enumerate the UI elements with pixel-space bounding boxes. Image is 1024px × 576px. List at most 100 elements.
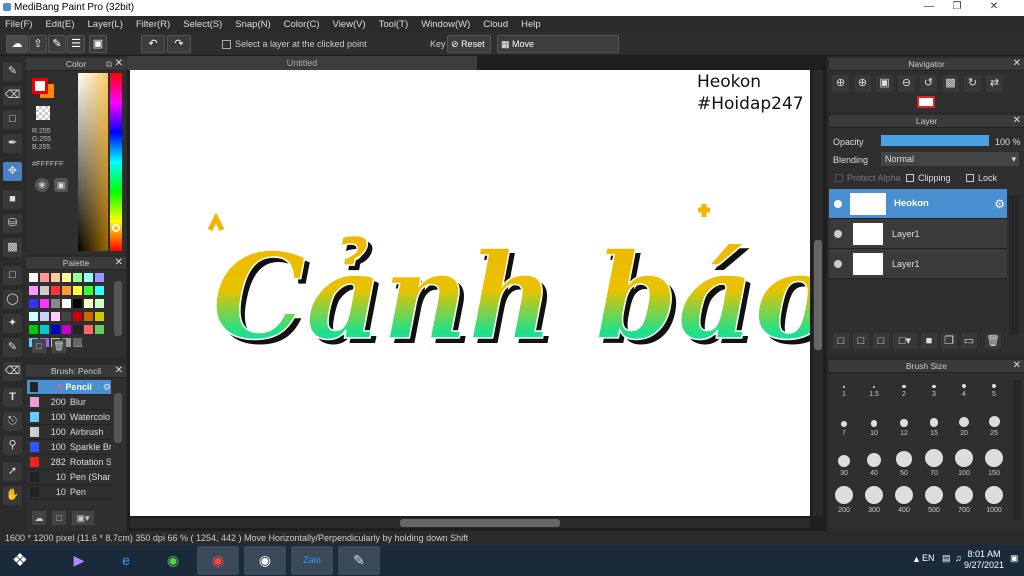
move-constraint-button[interactable]: ▦ Move horizontally/vertically bbox=[497, 35, 619, 65]
palette-swatch[interactable] bbox=[84, 273, 93, 282]
vertical-scrollbar[interactable] bbox=[813, 70, 823, 516]
maximize-button[interactable]: ❐ bbox=[946, 0, 968, 14]
brush-item[interactable]: 4 Pencil ⚙ bbox=[27, 380, 111, 395]
volume-icon[interactable]: ♫ bbox=[955, 553, 962, 563]
duplicate-layer-icon[interactable]: ❐ bbox=[941, 333, 957, 349]
close-button[interactable]: ✕ bbox=[974, 0, 1014, 14]
vertical-scroll-thumb[interactable] bbox=[814, 240, 822, 350]
brush-size-option[interactable]: 7 bbox=[829, 412, 859, 446]
palette-swatch[interactable] bbox=[73, 299, 82, 308]
document-icon[interactable]: ▣ bbox=[89, 35, 107, 53]
brush-size-option[interactable]: 1 bbox=[829, 375, 859, 409]
zoom-actual-icon[interactable]: ▣ bbox=[876, 75, 893, 92]
chat-icon[interactable]: ☰ bbox=[67, 35, 85, 53]
navigator-close-icon[interactable]: ✕ bbox=[1013, 58, 1021, 69]
zalo-icon[interactable]: Zalo bbox=[291, 546, 333, 575]
document-tab[interactable]: Untitled bbox=[127, 56, 477, 70]
brush-size-option[interactable]: 30 bbox=[829, 449, 859, 483]
palette-swatch[interactable] bbox=[62, 299, 71, 308]
move-tool-icon[interactable]: ✥ bbox=[3, 162, 22, 181]
tray-arrow-icon[interactable]: ▲ bbox=[912, 554, 921, 564]
brush-size-scrollbar[interactable] bbox=[1013, 380, 1021, 520]
clipping-checkbox[interactable] bbox=[906, 174, 914, 182]
brush-settings-gear-icon[interactable]: ⚙ bbox=[103, 382, 111, 393]
brush-size-option[interactable]: 400 bbox=[889, 483, 919, 517]
opacity-slider[interactable] bbox=[881, 135, 989, 146]
color-gradient-field[interactable] bbox=[78, 73, 108, 251]
brush-add-icon[interactable]: ☁ bbox=[32, 511, 46, 525]
color-wheel-icon[interactable]: ❀ bbox=[35, 178, 49, 192]
palette-swatch[interactable] bbox=[29, 299, 38, 308]
clock[interactable]: 8:01 AM 9/27/2021 bbox=[964, 549, 1004, 571]
brush-size-option[interactable]: 1.5 bbox=[859, 375, 889, 409]
brush-size-close-icon[interactable]: ✕ bbox=[1013, 360, 1021, 371]
comment-icon[interactable]: ✎ bbox=[48, 35, 66, 53]
brush-size-option[interactable]: 3 bbox=[919, 375, 949, 409]
fullscreen-icon[interactable]: ▩ bbox=[942, 75, 959, 92]
brush-scrollbar[interactable] bbox=[114, 393, 122, 443]
hand-tool-icon[interactable]: ✋ bbox=[3, 486, 22, 505]
brush-size-option[interactable]: 100 bbox=[949, 446, 979, 480]
canvas[interactable]: Heokon #Hoidap247 Cảnh báo Cảnh báo bbox=[130, 70, 810, 516]
palette-swatch[interactable] bbox=[29, 325, 38, 334]
menu-snap[interactable]: Snap(N) bbox=[235, 19, 270, 30]
brush-size-option[interactable]: 1000 bbox=[979, 483, 1009, 517]
coccoc-icon[interactable]: ◉ bbox=[152, 546, 194, 575]
palette-swatch[interactable] bbox=[51, 325, 60, 334]
palette-swatch[interactable] bbox=[95, 299, 104, 308]
palette-swatch[interactable] bbox=[62, 286, 71, 295]
color-set-icon[interactable]: ▣ bbox=[54, 178, 68, 192]
rotate-left-icon[interactable]: ↺ bbox=[920, 75, 937, 92]
visibility-icon[interactable] bbox=[834, 229, 842, 238]
cloud-icon[interactable]: ☁ bbox=[6, 35, 28, 53]
layer-settings-gear-icon[interactable]: ⚙ bbox=[994, 197, 1005, 211]
brush-size-option[interactable]: 50 bbox=[889, 447, 919, 481]
menu-edit[interactable]: Edit(E) bbox=[45, 19, 74, 30]
text-tool-icon[interactable]: T bbox=[3, 388, 22, 407]
palette-swatch[interactable] bbox=[95, 312, 104, 321]
layer-row-layer1[interactable]: Layer1 bbox=[829, 219, 1007, 249]
paint-icon[interactable]: ✎ bbox=[338, 546, 380, 575]
palette-swatch[interactable] bbox=[73, 273, 82, 282]
primary-color-swatch[interactable] bbox=[32, 78, 48, 94]
flip-icon[interactable]: ⇄ bbox=[986, 75, 1003, 92]
merge-down-icon[interactable]: ▭ bbox=[961, 333, 977, 349]
palette-add-icon[interactable]: □ bbox=[32, 339, 46, 353]
palette-swatch[interactable] bbox=[29, 273, 38, 282]
palette-swatch[interactable] bbox=[51, 299, 60, 308]
palette-swatch[interactable] bbox=[62, 273, 71, 282]
navigator-preview[interactable] bbox=[917, 96, 935, 108]
brush-size-option[interactable]: 40 bbox=[859, 448, 889, 482]
palette-scrollbar[interactable] bbox=[114, 281, 122, 336]
select-layer-checkbox[interactable] bbox=[222, 40, 231, 49]
menu-view[interactable]: View(V) bbox=[333, 19, 366, 30]
eraser-tool-icon[interactable]: ⌫ bbox=[3, 86, 22, 105]
share-icon[interactable]: ⇧ bbox=[29, 35, 47, 53]
palette-swatch[interactable] bbox=[40, 325, 49, 334]
visual-studio-icon[interactable]: ▶ bbox=[58, 546, 100, 575]
start-button-icon[interactable]: ❖ bbox=[2, 546, 38, 575]
palette-swatch[interactable] bbox=[40, 299, 49, 308]
zoom-in-icon[interactable]: ⊕ bbox=[832, 75, 849, 92]
layer-row-layer1-2[interactable]: Layer1 bbox=[829, 249, 1007, 279]
palette-swatch[interactable] bbox=[29, 312, 38, 321]
brush-size-option[interactable]: 150 bbox=[979, 446, 1009, 480]
operation-tool-icon[interactable]: ⎋ bbox=[3, 412, 22, 431]
palette-swatch[interactable] bbox=[40, 273, 49, 282]
horizontal-scroll-thumb[interactable] bbox=[400, 519, 560, 527]
brush-item[interactable]: 100 Airbrush bbox=[27, 425, 111, 440]
palette-swatch[interactable] bbox=[84, 312, 93, 321]
brush-item[interactable]: 200 Blur bbox=[27, 395, 111, 410]
delete-layer-icon[interactable]: 🗑 bbox=[985, 333, 1001, 349]
brush-size-option[interactable]: 25 bbox=[979, 409, 1009, 443]
chrome-icon[interactable]: ◉ bbox=[197, 546, 239, 575]
brush-close-icon[interactable]: ✕ bbox=[115, 365, 123, 376]
menu-select[interactable]: Select(S) bbox=[183, 19, 222, 30]
pen-tool-icon[interactable]: ✒ bbox=[3, 134, 22, 153]
gradient-tool-icon[interactable]: ▩ bbox=[3, 238, 22, 257]
lasso-tool-icon[interactable]: ◯ bbox=[3, 290, 22, 309]
undo-button[interactable]: ↶ bbox=[141, 35, 165, 53]
palette-swatch[interactable] bbox=[84, 325, 93, 334]
palette-swatch[interactable] bbox=[73, 286, 82, 295]
menu-cloud[interactable]: Cloud bbox=[483, 19, 508, 30]
